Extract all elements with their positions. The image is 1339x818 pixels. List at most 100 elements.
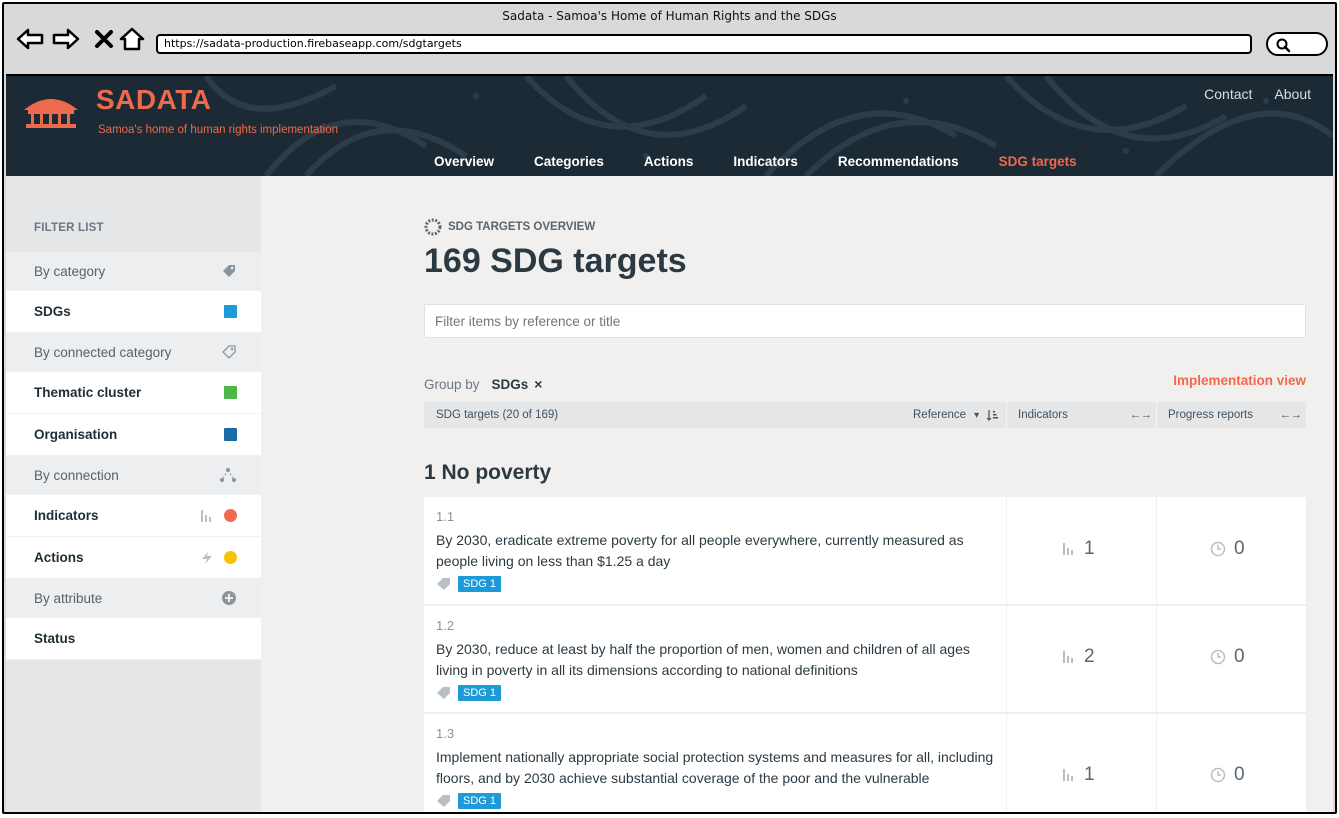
filter-option-actions[interactable]: Actions <box>6 537 261 579</box>
eyebrow-label: SDG TARGETS OVERVIEW <box>448 221 596 233</box>
home-icon[interactable] <box>118 26 146 52</box>
nav-sdg-targets[interactable]: SDG targets <box>999 154 1077 169</box>
fale-logo-icon[interactable] <box>22 90 80 135</box>
clock-icon <box>1210 767 1226 783</box>
bar-chart-icon <box>1063 769 1073 781</box>
table-header: SDG targets (20 of 169) Reference ▾ Indi… <box>424 402 1306 428</box>
list-item[interactable]: 1.3 Implement nationally appropriate soc… <box>424 714 1306 812</box>
sort-label: Reference <box>913 409 967 421</box>
page-viewport: SADATA Samoa's home of human rights impl… <box>6 74 1333 812</box>
nav-indicators[interactable]: Indicators <box>733 154 798 169</box>
indicators-count: 2 <box>1062 646 1095 668</box>
cell-divider <box>1156 714 1157 812</box>
option-label: Actions <box>34 550 84 565</box>
sort-ascending-icon[interactable] <box>987 409 999 421</box>
item-reference: 1.3 <box>436 726 455 741</box>
nav-categories[interactable]: Categories <box>534 154 604 169</box>
filter-input[interactable] <box>424 304 1306 338</box>
sdg-wheel-icon <box>424 218 442 236</box>
stop-icon[interactable] <box>90 26 118 52</box>
progress-value: 0 <box>1234 764 1245 785</box>
sdg-tag[interactable]: SDG 1 <box>458 576 502 592</box>
sort-by-reference[interactable]: Reference ▾ <box>913 402 999 428</box>
cell-divider <box>1006 497 1007 604</box>
column-divider <box>1156 402 1157 428</box>
indicators-column-header: Indicators <box>1018 409 1068 421</box>
item-title[interactable]: By 2030, reduce at least by half the pro… <box>436 639 996 681</box>
tag-icon <box>437 687 450 699</box>
indicators-value: 1 <box>1084 538 1095 559</box>
item-title[interactable]: Implement nationally appropriate social … <box>436 747 996 789</box>
option-label: Indicators <box>34 508 99 523</box>
progress-count: 0 <box>1210 538 1245 560</box>
option-label: Thematic cluster <box>34 385 142 400</box>
cell-divider <box>1156 606 1157 712</box>
main-nav: Overview Categories Actions Indicators R… <box>434 154 1117 169</box>
expand-progress-icon[interactable]: ←→ <box>1280 402 1302 428</box>
nav-recommendations[interactable]: Recommendations <box>838 154 959 169</box>
implementation-view-link[interactable]: Implementation view <box>1173 373 1306 388</box>
progress-value: 0 <box>1234 538 1245 559</box>
column-divider <box>1006 402 1007 428</box>
page-title: 169 SDG targets <box>424 242 687 280</box>
filter-sidebar: FILTER LIST By category SDGs By connecte… <box>6 176 261 812</box>
group-label: By attribute <box>34 590 103 606</box>
group-label: By connection <box>34 467 119 483</box>
group-title: 1 No poverty <box>424 461 552 484</box>
tag-outline-icon <box>222 345 236 359</box>
progress-count: 0 <box>1210 764 1245 786</box>
progress-value: 0 <box>1234 646 1245 667</box>
back-arrow-icon[interactable] <box>16 26 44 52</box>
group-by-label: Group by <box>424 376 480 392</box>
browser-window: Sadata - Samoa's Home of Human Rights an… <box>2 2 1337 814</box>
thematic-cluster-color-swatch <box>224 386 237 399</box>
bar-chart-icon <box>1063 543 1073 555</box>
brand-name[interactable]: SADATA <box>96 84 212 116</box>
nav-overview[interactable]: Overview <box>434 154 494 169</box>
search-icon <box>1276 38 1291 53</box>
section-eyebrow: SDG TARGETS OVERVIEW <box>424 218 595 236</box>
group-label: By category <box>34 263 106 279</box>
filter-option-sdgs[interactable]: SDGs <box>6 291 261 333</box>
group-label: By connected category <box>34 344 172 360</box>
filter-option-status[interactable]: Status <box>6 618 261 660</box>
option-label: Status <box>34 631 76 646</box>
about-link[interactable]: About <box>1274 86 1311 102</box>
cell-divider <box>1006 606 1007 712</box>
browser-search-box[interactable] <box>1266 32 1328 56</box>
indicators-count: 1 <box>1062 538 1095 560</box>
sort-caret-icon: ▾ <box>974 409 980 421</box>
indicators-value: 2 <box>1084 646 1095 667</box>
progress-count: 0 <box>1210 646 1245 668</box>
indicators-count: 1 <box>1062 764 1095 786</box>
item-reference: 1.1 <box>436 509 455 524</box>
sdgs-color-swatch <box>224 305 237 318</box>
item-title[interactable]: By 2030, eradicate extreme poverty for a… <box>436 530 996 572</box>
clock-icon <box>1210 649 1226 665</box>
filter-option-indicators[interactable]: Indicators <box>6 495 261 537</box>
brand-tagline: Samoa's home of human rights implementat… <box>98 124 338 136</box>
forward-arrow-icon[interactable] <box>52 26 80 52</box>
progress-reports-column-header: Progress reports <box>1168 409 1254 421</box>
filter-option-thematic-cluster[interactable]: Thematic cluster <box>6 372 261 414</box>
window-title: Sadata - Samoa's Home of Human Rights an… <box>502 9 837 23</box>
plus-circle-icon <box>222 591 236 605</box>
organisation-color-swatch <box>224 428 237 441</box>
sdg-tag[interactable]: SDG 1 <box>458 793 502 809</box>
tag-icon <box>437 578 450 590</box>
filter-option-organisation[interactable]: Organisation <box>6 414 261 456</box>
sdg-tag[interactable]: SDG 1 <box>458 685 502 701</box>
bar-chart-icon <box>201 509 211 522</box>
top-links: Contact About <box>1204 86 1333 102</box>
list-item[interactable]: 1.1 By 2030, eradicate extreme poverty f… <box>424 497 1306 605</box>
group-by-connection: By connection <box>6 456 261 495</box>
contact-link[interactable]: Contact <box>1204 86 1252 102</box>
list-item[interactable]: 1.2 By 2030, reduce at least by half the… <box>424 606 1306 713</box>
clear-group-by-button[interactable]: × <box>534 376 542 392</box>
indicators-color-dot <box>224 509 237 522</box>
group-by-attribute: By attribute <box>6 579 261 618</box>
nav-actions[interactable]: Actions <box>644 154 694 169</box>
address-bar[interactable]: https://sadata-production.firebaseapp.co… <box>156 34 1252 54</box>
group-by-value[interactable]: SDGs <box>492 377 529 392</box>
expand-indicators-icon[interactable]: ←→ <box>1130 402 1152 428</box>
